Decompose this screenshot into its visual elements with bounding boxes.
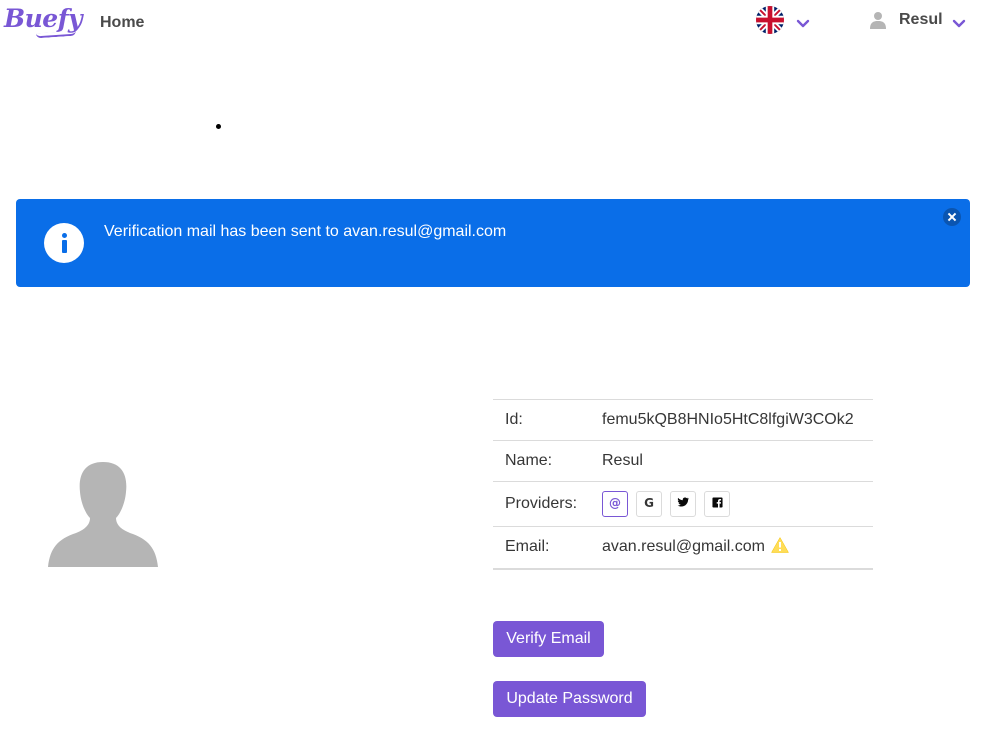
table-row: Name: Resul xyxy=(493,440,873,482)
email-label: Email: xyxy=(493,526,590,570)
nav-home-link[interactable]: Home xyxy=(100,14,144,32)
user-icon xyxy=(869,11,887,29)
info-icon xyxy=(44,223,84,263)
id-label: Id: xyxy=(493,399,590,441)
table-row: Email: avan.resul@gmail.com xyxy=(493,526,873,570)
email-at-icon[interactable]: @ xyxy=(602,491,628,517)
profile-page: Buefy Home Resul Verification mail has b… xyxy=(0,0,985,754)
avatar xyxy=(48,462,158,567)
profile-info-table: Id: femu5kQB8HNIo5HtC8lfgiW3COk2 Name: R… xyxy=(493,399,873,570)
providers-label: Providers: xyxy=(493,481,590,527)
id-value: femu5kQB8HNIo5HtC8lfgiW3COk2 xyxy=(590,399,873,441)
user-chevron-down-icon[interactable] xyxy=(952,17,966,31)
user-menu-name[interactable]: Resul xyxy=(899,11,943,29)
warning-icon xyxy=(771,537,790,558)
facebook-icon[interactable] xyxy=(704,491,730,517)
bullet-dot xyxy=(216,124,221,129)
uk-flag-icon[interactable] xyxy=(756,6,784,34)
brand-logo[interactable]: Buefy xyxy=(4,4,83,33)
verify-email-button[interactable]: Verify Email xyxy=(493,621,604,657)
providers-list: @ G xyxy=(590,481,873,527)
update-password-button[interactable]: Update Password xyxy=(493,681,646,717)
name-value: Resul xyxy=(590,440,873,482)
info-notification: Verification mail has been sent to avan.… xyxy=(16,199,970,287)
twitter-icon[interactable] xyxy=(670,491,696,517)
google-icon[interactable]: G xyxy=(636,491,662,517)
close-icon[interactable] xyxy=(943,208,961,226)
email-value: avan.resul@gmail.com xyxy=(602,537,765,555)
table-row: Id: femu5kQB8HNIo5HtC8lfgiW3COk2 xyxy=(493,399,873,441)
navbar: Buefy Home Resul xyxy=(0,0,985,46)
language-chevron-down-icon[interactable] xyxy=(796,17,810,31)
notification-message: Verification mail has been sent to avan.… xyxy=(104,223,507,240)
table-row: Providers: @ G xyxy=(493,481,873,527)
name-label: Name: xyxy=(493,440,590,482)
email-cell: avan.resul@gmail.com xyxy=(590,526,873,570)
